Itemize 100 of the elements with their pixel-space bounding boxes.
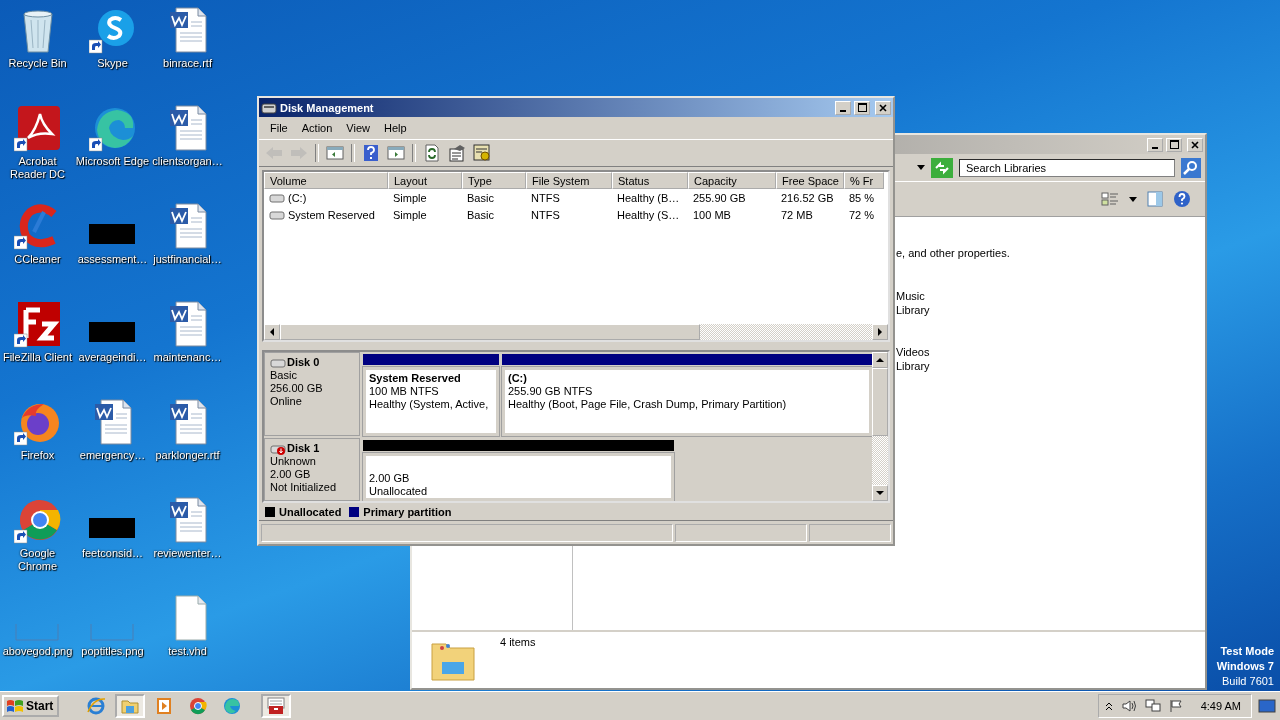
scroll-left-button[interactable] xyxy=(264,324,280,340)
menu-item[interactable]: Help xyxy=(376,120,414,136)
menu-item[interactable]: View xyxy=(339,120,377,136)
partition-name: System Reserved xyxy=(369,372,462,385)
menu-item[interactable]: Action xyxy=(294,120,340,136)
partition-block[interactable]: (C:) 255.90 GB NTFS Healthy (Boot, Page File, Crash Dump, Primary Partition) xyxy=(502,367,872,436)
speaker-icon[interactable] xyxy=(1120,699,1137,713)
icon-label: Google Chrome xyxy=(16,547,59,573)
icon-label: FileZilla Client xyxy=(1,351,74,364)
column-header[interactable]: % Fr xyxy=(844,172,884,189)
os-build-text: Build 7601 xyxy=(1222,674,1274,689)
search-field[interactable]: Search Libraries xyxy=(959,158,1175,177)
close-icon xyxy=(879,103,887,112)
clock[interactable]: 4:49 AM xyxy=(1200,700,1241,712)
column-header[interactable]: Type xyxy=(462,172,526,189)
scroll-down-button[interactable] xyxy=(872,485,888,501)
menu-item[interactable]: File xyxy=(263,120,295,136)
partition-status: Unallocated xyxy=(369,485,429,498)
table-cell: Healthy (B… xyxy=(617,191,680,204)
close-button[interactable] xyxy=(1187,137,1203,152)
scroll-right-button[interactable] xyxy=(872,324,888,340)
refresh-icon xyxy=(424,144,440,162)
icon-label: binrace.rtf xyxy=(162,57,213,70)
acrobat-icon[interactable] xyxy=(13,104,62,152)
vertical-scrollbar[interactable] xyxy=(872,352,888,501)
filezilla-icon[interactable] xyxy=(13,300,62,348)
search-icon[interactable] xyxy=(1181,157,1201,178)
window-pane-icon xyxy=(387,145,405,161)
icon-label: Microsoft Edge xyxy=(75,155,150,168)
partition-block[interactable]: 2.00 GB Unallocated xyxy=(363,453,674,501)
minimize-icon xyxy=(840,109,846,112)
right-arrow-icon xyxy=(877,328,883,336)
icon-label: Firefox xyxy=(19,449,56,462)
network-icon[interactable] xyxy=(1144,699,1161,713)
table-cell: NTFS xyxy=(531,208,560,221)
partition-size: 255.90 GB NTFS xyxy=(508,385,594,398)
window-title: Disk Management xyxy=(280,101,375,114)
caret-icon xyxy=(917,165,925,170)
minimize-button[interactable] xyxy=(835,100,851,115)
library-name[interactable]: Music xyxy=(896,289,1205,303)
drive-icon xyxy=(269,208,285,221)
help-icon xyxy=(363,144,379,162)
library-name[interactable]: Videos xyxy=(896,345,1205,359)
icon-label: CCleaner xyxy=(13,253,62,266)
horizontal-scrollbar[interactable] xyxy=(264,324,888,340)
chrome-icon xyxy=(188,696,209,716)
table-cell: Basic xyxy=(467,191,494,204)
icon-label: assessment… xyxy=(76,253,149,266)
disk-name: Disk 0 xyxy=(287,356,320,369)
properties-icon xyxy=(448,144,466,162)
icon-label: abovegod.png xyxy=(1,645,74,658)
table-cell: 72 MB xyxy=(781,208,813,221)
disk-state: Not Initialized xyxy=(270,481,338,494)
taskbar-button[interactable] xyxy=(261,694,292,718)
start-button[interactable]: Start xyxy=(2,695,60,717)
disk-type: Basic xyxy=(270,369,298,382)
column-header[interactable]: File System xyxy=(526,172,612,189)
icon-label: reviewenter… xyxy=(152,547,223,560)
caret-icon[interactable] xyxy=(1129,196,1137,202)
icon-label: feetconsid… xyxy=(80,547,145,560)
partition-block[interactable]: System Reserved 100 MB NTFS Healthy (System, Active, xyxy=(363,367,499,436)
column-header[interactable]: Capacity xyxy=(688,172,776,189)
column-header[interactable]: Status xyxy=(612,172,688,189)
icon-label: emergency… xyxy=(78,449,147,462)
view-list-icon[interactable] xyxy=(1101,191,1119,207)
icon-label: maintenanc… xyxy=(152,351,223,364)
disk-warning-icon xyxy=(270,442,286,455)
library-type: Library xyxy=(896,303,931,317)
taskbar-button[interactable] xyxy=(115,694,146,718)
window-pane-icon xyxy=(326,145,344,161)
browser-icon xyxy=(86,696,107,716)
disk-name: Disk 1 xyxy=(287,442,320,455)
disk-state: Online xyxy=(270,395,303,408)
icon-label: Acrobat Reader DC xyxy=(9,155,66,181)
drive-icon xyxy=(261,100,277,115)
os-build-text: Test Mode xyxy=(1220,644,1274,659)
column-header[interactable]: Free Space xyxy=(776,172,844,189)
flag-icon[interactable] xyxy=(1168,699,1183,713)
drive-icon xyxy=(269,191,285,204)
maximize-button[interactable] xyxy=(854,100,870,115)
maximize-icon xyxy=(1169,140,1179,149)
minimize-button[interactable] xyxy=(1147,137,1163,152)
icon-label: justfinancial… xyxy=(152,253,223,266)
partition-size: 2.00 GB xyxy=(369,472,411,485)
maximize-button[interactable] xyxy=(1166,137,1182,152)
settings-icon xyxy=(473,144,491,162)
close-button[interactable] xyxy=(875,100,891,115)
toolbar-button[interactable] xyxy=(471,142,493,164)
table-cell: 100 MB xyxy=(693,208,731,221)
down-arrow-icon xyxy=(876,490,884,496)
icon-label: poptitles.png xyxy=(80,645,145,658)
chevron-icon[interactable] xyxy=(1104,701,1113,711)
toolbox-icon xyxy=(265,696,288,716)
column-header[interactable]: Volume xyxy=(264,172,388,189)
column-header[interactable]: Layout xyxy=(388,172,462,189)
legend-label: Primary partition xyxy=(363,505,452,518)
help-icon[interactable] xyxy=(1173,190,1191,208)
table-cell: Basic xyxy=(467,208,494,221)
refresh-icon[interactable] xyxy=(931,157,953,178)
scroll-up-button[interactable] xyxy=(872,352,888,368)
